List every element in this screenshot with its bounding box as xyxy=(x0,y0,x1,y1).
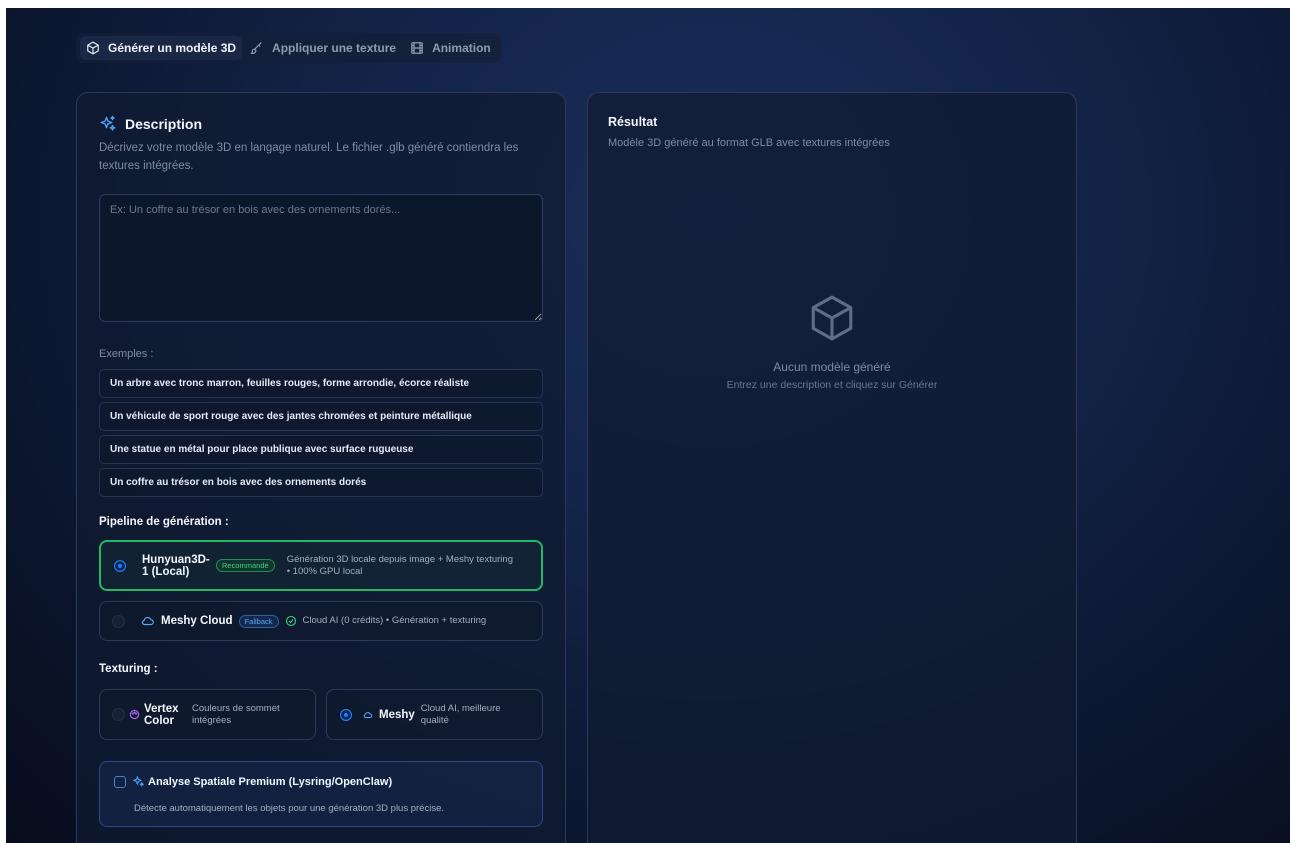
example-item[interactable]: Un coffre au trésor en bois avec des orn… xyxy=(99,468,543,497)
pipeline-option-desc: Cloud AI (0 crédits) • Génération + text… xyxy=(302,615,487,626)
texturing-label: Texturing : xyxy=(99,663,158,675)
radio-unselected[interactable] xyxy=(112,614,125,628)
description-panel: Description Décrivez votre modèle 3D en … xyxy=(76,92,566,843)
cloud-icon xyxy=(363,711,373,718)
result-title: Résultat xyxy=(608,115,658,129)
result-subtitle: Modèle 3D généré au format GLB avec text… xyxy=(608,137,890,149)
empty-state: Aucun modèle généré Entrez une descripti… xyxy=(588,293,1076,391)
pipeline-option-desc: Génération 3D locale depuis image + Mesh… xyxy=(286,553,513,577)
texturing-option-desc: Couleurs de sommet intégrées xyxy=(192,702,280,726)
brush-icon xyxy=(250,42,262,55)
example-item[interactable]: Un véhicule de sport rouge avec des jant… xyxy=(99,402,543,431)
radio-unselected[interactable] xyxy=(112,708,125,721)
cube-icon xyxy=(811,295,853,341)
tab-animation[interactable]: Animation xyxy=(404,36,497,60)
premium-spatial-analysis: Analyse Spatiale Premium (Lysring/OpenCl… xyxy=(99,761,543,827)
cube-icon xyxy=(87,41,99,55)
fallback-badge: Fallback xyxy=(238,614,279,628)
premium-desc: Détecte automatiquement les objets pour … xyxy=(134,803,444,814)
example-item[interactable]: Un arbre avec tronc marron, feuilles rou… xyxy=(99,369,543,398)
example-item[interactable]: Une statue en métal pour place publique … xyxy=(99,435,543,464)
pipeline-label: Pipeline de génération : xyxy=(99,516,229,528)
pipeline-option-name: Meshy Cloud xyxy=(161,615,233,627)
examples-label: Exemples : xyxy=(99,348,154,360)
app-root: Générer un modèle 3D Appliquer une textu… xyxy=(6,8,1290,843)
empty-state-title: Aucun modèle généré xyxy=(773,360,891,374)
palette-icon xyxy=(129,709,140,720)
texturing-option-name: Vertex Color xyxy=(144,702,179,727)
tab-generate-3d[interactable]: Générer un modèle 3D xyxy=(80,36,243,60)
film-icon xyxy=(411,42,423,54)
premium-checkbox[interactable] xyxy=(114,776,126,788)
premium-title: Analyse Spatiale Premium (Lysring/OpenCl… xyxy=(148,776,393,788)
texturing-option-desc: Cloud AI, meilleure qualité xyxy=(420,702,501,726)
empty-state-subtitle: Entrez une description et cliquez sur Gé… xyxy=(726,379,938,391)
mode-tabs: Générer un modèle 3D Appliquer une textu… xyxy=(76,33,501,63)
cloud-icon xyxy=(142,617,154,626)
examples-list: Un arbre avec tronc marron, feuilles rou… xyxy=(99,369,543,501)
sparkles-icon xyxy=(100,115,116,131)
description-subtitle: Décrivez votre modèle 3D en langage natu… xyxy=(99,142,519,172)
description-title: Description xyxy=(125,116,203,132)
texturing-option-meshy[interactable]: Meshy Cloud AI, meilleure qualité xyxy=(326,689,543,740)
tab-apply-texture[interactable]: Appliquer une texture xyxy=(244,36,402,60)
texturing-option-name: Meshy xyxy=(379,708,415,721)
pipeline-option-name: Hunyuan3D-1 (Local) xyxy=(142,553,210,578)
pipeline-option-meshy-cloud[interactable]: Meshy Cloud Fallback Cloud AI (0 crédits… xyxy=(99,601,543,641)
tab-label: Appliquer une texture xyxy=(272,41,397,55)
description-header: Description xyxy=(99,115,202,133)
texturing-option-vertex-color[interactable]: Vertex Color Couleurs de sommet intégrée… xyxy=(99,689,316,740)
result-panel: Résultat Modèle 3D généré au format GLB … xyxy=(587,92,1077,843)
tab-label: Animation xyxy=(432,41,491,55)
tab-label: Générer un modèle 3D xyxy=(108,41,237,55)
recommended-badge: Recommandé xyxy=(216,559,275,572)
radio-selected[interactable] xyxy=(340,708,352,721)
sparkles-icon xyxy=(133,776,144,787)
check-circle-icon xyxy=(285,615,296,627)
radio-selected[interactable] xyxy=(114,559,126,572)
pipeline-option-hunyuan[interactable]: Hunyuan3D-1 (Local) Recommandé Génératio… xyxy=(99,540,543,591)
description-input[interactable] xyxy=(99,194,543,322)
